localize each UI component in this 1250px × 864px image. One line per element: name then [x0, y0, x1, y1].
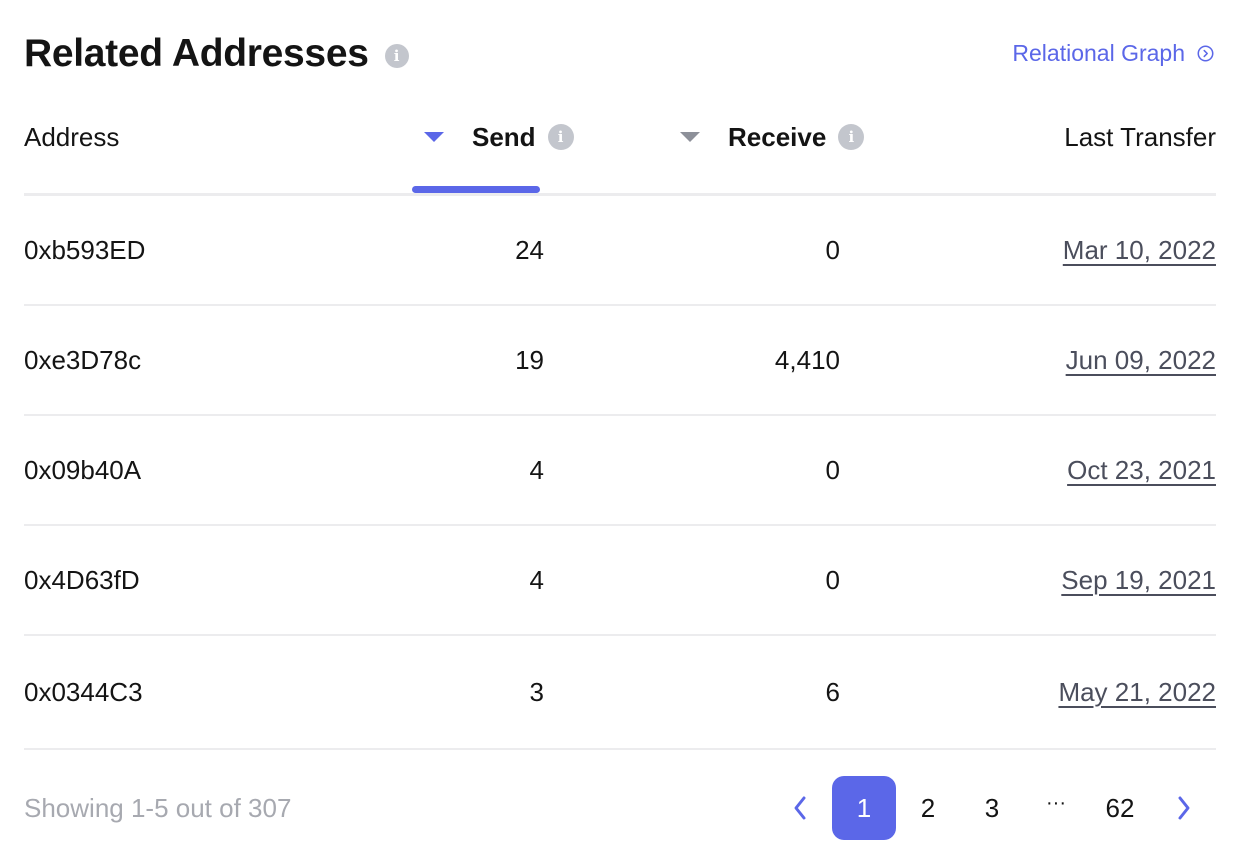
- page-button-62[interactable]: 62: [1088, 776, 1152, 840]
- send-cell: 4: [529, 454, 544, 485]
- table-body: 0xb593ED 24 0 Mar 10, 2022 0xe3D78c 19 4…: [24, 196, 1216, 750]
- sort-desc-icon: [424, 132, 444, 142]
- chevron-left-icon: [794, 796, 806, 820]
- receive-cell: 0: [825, 454, 840, 485]
- column-header-send[interactable]: Send i: [424, 120, 574, 154]
- sort-desc-icon: [680, 132, 700, 142]
- column-header-last-transfer-label: Last Transfer: [1064, 121, 1216, 152]
- receive-cell: 0: [825, 234, 840, 265]
- pagination-summary: Showing 1-5 out of 307: [24, 792, 292, 823]
- address-cell: 0x0344C3: [24, 676, 143, 707]
- table-row: 0xb593ED 24 0 Mar 10, 2022: [24, 196, 1216, 306]
- table-row: 0x4D63fD 4 0 Sep 19, 2021: [24, 526, 1216, 636]
- page-button-2[interactable]: 2: [896, 776, 960, 840]
- page-button-3[interactable]: 3: [960, 776, 1024, 840]
- last-transfer-cell: Mar 10, 2022: [1063, 196, 1216, 304]
- send-cell: 24: [515, 234, 544, 265]
- page-ellipsis: ···: [1046, 791, 1066, 814]
- info-icon[interactable]: i: [384, 44, 409, 68]
- table-header: Address Send i Receive i Last Transfer: [24, 110, 1216, 196]
- column-header-address[interactable]: Address: [24, 120, 119, 154]
- section-title-bar: Related Addresses i: [24, 30, 409, 78]
- last-transfer-link[interactable]: Sep 19, 2021: [1061, 565, 1216, 596]
- circle-chevron-right-icon: [1197, 45, 1214, 62]
- chevron-right-icon: [1178, 796, 1190, 820]
- relational-graph-label: Relational Graph: [1012, 40, 1185, 66]
- table-row: 0x09b40A 4 0 Oct 23, 2021: [24, 416, 1216, 526]
- send-cell: 19: [515, 344, 544, 375]
- column-header-receive-label: Receive: [728, 121, 827, 152]
- page-title: Related Addresses: [24, 32, 369, 75]
- column-header-receive[interactable]: Receive i: [680, 120, 865, 154]
- relational-graph-link[interactable]: Relational Graph: [1012, 40, 1214, 67]
- last-transfer-cell: May 21, 2022: [1058, 636, 1216, 748]
- address-cell: 0x4D63fD: [24, 564, 140, 595]
- last-transfer-link[interactable]: Mar 10, 2022: [1063, 235, 1216, 266]
- page-button-1[interactable]: 1: [832, 776, 896, 840]
- last-transfer-link[interactable]: Jun 09, 2022: [1066, 345, 1216, 376]
- last-transfer-link[interactable]: Oct 23, 2021: [1067, 455, 1216, 486]
- table-row: 0xe3D78c 19 4,410 Jun 09, 2022: [24, 306, 1216, 416]
- receive-cell: 6: [825, 676, 840, 707]
- info-icon[interactable]: i: [547, 124, 574, 150]
- last-transfer-link[interactable]: May 21, 2022: [1058, 677, 1216, 708]
- address-cell: 0xb593ED: [24, 234, 146, 265]
- column-header-address-label: Address: [24, 121, 120, 152]
- table-footer: Showing 1-5 out of 307 1 2 3 ··· 62: [24, 776, 1216, 840]
- address-cell: 0xe3D78c: [24, 344, 142, 375]
- send-cell: 3: [529, 676, 544, 707]
- column-header-send-label: Send: [472, 121, 536, 152]
- address-cell: 0x09b40A: [24, 454, 142, 485]
- table-row: 0x0344C3 3 6 May 21, 2022: [24, 636, 1216, 750]
- last-transfer-cell: Oct 23, 2021: [1067, 416, 1216, 524]
- last-transfer-cell: Jun 09, 2022: [1066, 306, 1216, 414]
- info-icon[interactable]: i: [838, 124, 865, 150]
- receive-cell: 4,410: [774, 344, 840, 375]
- next-page-button[interactable]: [1152, 776, 1216, 840]
- last-transfer-cell: Sep 19, 2021: [1061, 526, 1216, 634]
- pagination: 1 2 3 ··· 62: [768, 776, 1216, 840]
- previous-page-button[interactable]: [768, 776, 832, 840]
- column-header-last-transfer[interactable]: Last Transfer: [1064, 120, 1216, 154]
- send-cell: 4: [529, 564, 544, 595]
- receive-cell: 0: [825, 564, 840, 595]
- active-sort-indicator: [412, 186, 540, 193]
